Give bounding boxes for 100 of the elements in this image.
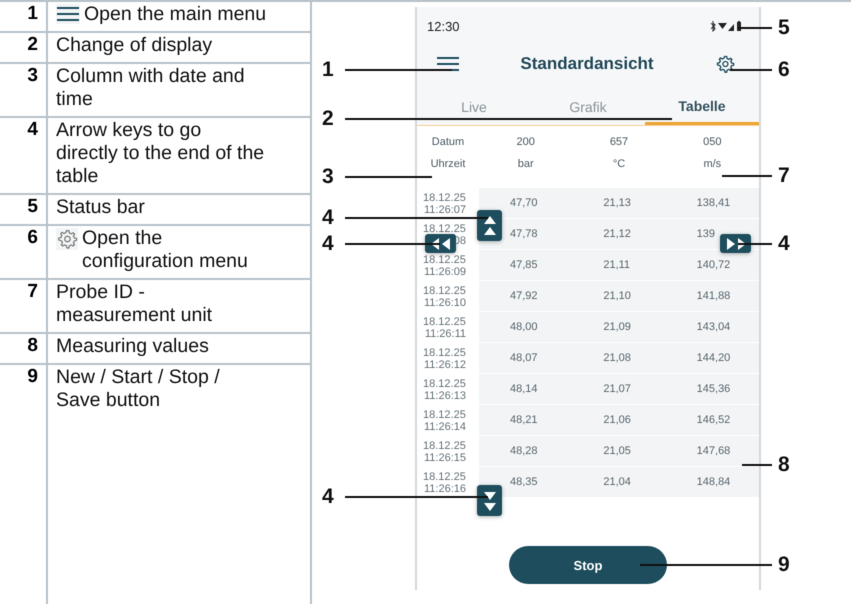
time-cell: 11:26:16 [423, 482, 466, 494]
legend-number: 8 [0, 334, 48, 363]
callout-number: 4 [322, 206, 334, 230]
callout-number: 9 [778, 553, 790, 577]
callout-number: 8 [778, 453, 790, 477]
leader-line [730, 69, 772, 71]
table-cell-text: 148,84 [696, 476, 732, 488]
callout-number: 6 [778, 58, 790, 82]
table-cell-text: 48,14 [509, 383, 539, 395]
legend-text: Column with date and time [56, 65, 246, 111]
callout-number: 4 [322, 232, 334, 256]
settings-icon [56, 228, 78, 250]
legend-number: 6 [0, 226, 48, 278]
unit-label: m/s [703, 158, 722, 170]
double-down-arrow-icon [482, 490, 496, 512]
table-cell-text: 21,09 [602, 321, 632, 333]
table-cell-text: 21,04 [602, 476, 632, 488]
table-cell-text: 138,41 [696, 197, 732, 209]
legend-text: Probe ID - measurement unit [56, 281, 214, 327]
legend-text: Open the configuration menu [82, 227, 249, 273]
scroll-bottom-button[interactable] [477, 485, 502, 516]
legend-number: 9 [0, 365, 48, 604]
table-cell-text: 144,20 [696, 352, 732, 364]
time-cell: 11:26:07 [423, 204, 466, 216]
table-cell-text: 21,10 [602, 290, 632, 302]
table-cell-text: 140,72 [696, 259, 732, 271]
time-cell: 11:26:13 [423, 390, 466, 402]
column-header: Datum [432, 136, 464, 148]
table-cell-text: 139 [696, 228, 716, 240]
time-cell: 11:26:10 [423, 296, 466, 308]
callout-number: 1 [322, 58, 334, 82]
column-header: 657 [610, 136, 628, 148]
legend-number: 7 [0, 280, 48, 332]
table-cell-text: 47,92 [509, 290, 539, 302]
table-cell-text: 48,21 [509, 414, 539, 426]
time-cell: 11:26:14 [423, 420, 466, 432]
leader-line [722, 175, 772, 177]
table-cell-text: 47,70 [509, 197, 539, 209]
legend-text: Change of display [56, 34, 212, 57]
leader-line [738, 27, 772, 29]
table-cell-text: 21,11 [602, 259, 632, 271]
callout-number: 7 [778, 164, 790, 188]
date-cell: 18.12.25 [423, 222, 466, 234]
callout-number: 2 [322, 107, 334, 131]
legend-text: Arrow keys to go directly to the end of the table [56, 119, 266, 188]
table-cell-text: 21,12 [602, 228, 632, 240]
time-cell: 11:26:15 [423, 452, 466, 464]
table-cell-text: 143,04 [696, 321, 732, 333]
table-cell-text: 21,08 [602, 352, 632, 364]
settings-icon[interactable] [714, 54, 735, 74]
legend-number: 5 [0, 195, 48, 224]
legend-number: 2 [0, 33, 48, 62]
legend-text: New / Start / Stop / Save button [56, 366, 221, 412]
menu-icon [56, 4, 80, 24]
status-time: 12:30 [427, 18, 460, 34]
scroll-right-button[interactable] [720, 234, 751, 253]
table-cell-text: 48,28 [509, 445, 539, 457]
table-cell-text: 21,07 [602, 383, 632, 395]
date-cell: 18.12.25 [423, 346, 466, 358]
legend-text: Open the main menu [84, 3, 266, 26]
unit-label: °C [612, 158, 626, 170]
callout-number: 5 [778, 16, 790, 40]
time-cell-text: 11:26:11 [424, 328, 466, 340]
legend-number: 4 [0, 118, 48, 193]
leader-line [738, 243, 772, 245]
scroll-left-button[interactable] [425, 234, 456, 253]
status-icons-drawing [709, 20, 743, 32]
date-cell: 18.12.25 [423, 192, 466, 204]
time-cell: 11:26:12 [423, 358, 466, 370]
leader-line [742, 464, 772, 466]
table-cell-text: 48,35 [509, 476, 539, 488]
callout-number: 4 [322, 485, 334, 509]
column-header: 200 [516, 136, 535, 148]
legend-text: Status bar [56, 196, 145, 219]
callout-number: 4 [778, 232, 790, 256]
date-cell: 18.12.25 [423, 408, 466, 420]
date-cell: 18.12.25 [423, 378, 466, 390]
stop-button[interactable]: Stop [509, 546, 667, 584]
scroll-top-button[interactable] [477, 210, 502, 241]
table-cell-text: 47,85 [509, 259, 539, 271]
table-cell-text: 21,13 [602, 197, 632, 209]
date-cell: 18.12.25 [423, 316, 466, 328]
double-up-arrow-icon [482, 214, 496, 236]
table-cell-text: 47,78 [509, 228, 539, 240]
table-cell-text: 146,52 [696, 414, 732, 426]
table-cell-text: 145,36 [696, 383, 732, 395]
table-cell-text: 21,05 [602, 445, 632, 457]
legend-text: Measuring values [56, 335, 209, 358]
legend-number: 1 [0, 2, 48, 31]
date-cell: 18.12.25 [423, 440, 466, 452]
unit-label: bar [518, 158, 534, 170]
time-cell: 11:26:09 [423, 266, 466, 278]
date-cell: 18.12.25 [423, 254, 466, 266]
table-cell-text: 141,88 [696, 290, 732, 302]
date-cell: 18.12.25 [423, 470, 466, 482]
screen-title: Standardansicht [520, 54, 654, 74]
legend-number: 3 [0, 64, 48, 116]
table-cell-text: 21,06 [602, 414, 632, 426]
column-header: 050 [703, 136, 722, 148]
unit-label: Uhrzeit [430, 158, 466, 170]
